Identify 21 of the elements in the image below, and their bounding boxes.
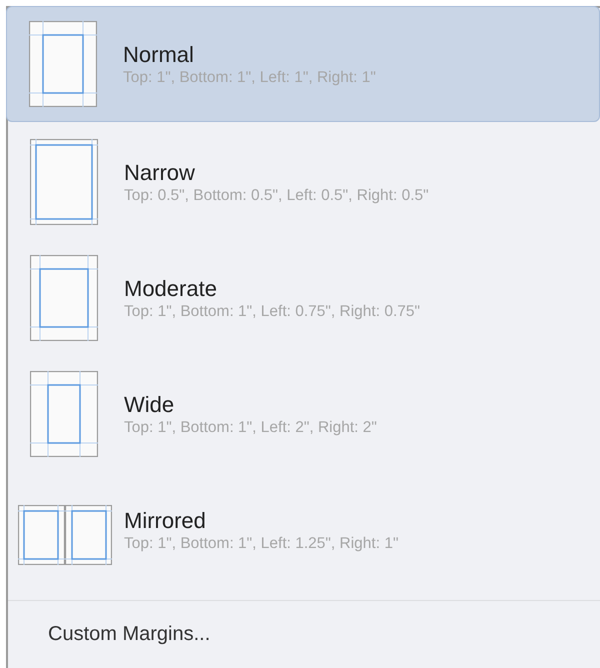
option-title: Wide (124, 390, 176, 418)
margin-option[interactable]: Normal Top: 1", Bottom: 1", Left: 1", Right: 1" (6, 6, 600, 122)
option-detail: Top: 1", Bottom: 1", Left: 1", Right: 1" (123, 68, 376, 88)
option-title: Mirrored (124, 506, 207, 534)
margin-option[interactable]: Moderate Top: 1", Bottom: 1", Left: 0.75", Right: 0.75" (8, 240, 600, 356)
option-title: Normal (123, 40, 195, 68)
facing-pages-icon (18, 505, 112, 565)
option-detail: Top: 1", Bottom: 1", Left: 2", Right: 2" (124, 418, 377, 438)
margin-option[interactable]: Narrow Top: 0.5", Bottom: 0.5", Left: 0.5", Right: 0.5" (8, 124, 600, 240)
option-title: Narrow (124, 158, 196, 186)
page-margins-icon (30, 255, 98, 341)
page-margins-icon (29, 21, 97, 107)
custom-margins-item[interactable]: Custom Margins... (48, 619, 210, 649)
option-detail: Top: 1", Bottom: 1", Left: 0.75", Right: 0.75" (124, 302, 420, 322)
page-margins-icon (30, 139, 98, 225)
margin-option[interactable]: Mirrored Top: 1", Bottom: 1", Left: 1.25", Right: 1" (8, 472, 600, 588)
page-margins-icon (30, 371, 98, 457)
option-title: Moderate (124, 274, 218, 302)
option-detail: Top: 0.5", Bottom: 0.5", Left: 0.5", Right: 0.5" (124, 186, 429, 206)
option-detail: Top: 1", Bottom: 1", Left: 1.25", Right: 1" (124, 534, 398, 554)
margin-option[interactable]: Wide Top: 1", Bottom: 1", Left: 2", Right: 2" (8, 356, 600, 472)
